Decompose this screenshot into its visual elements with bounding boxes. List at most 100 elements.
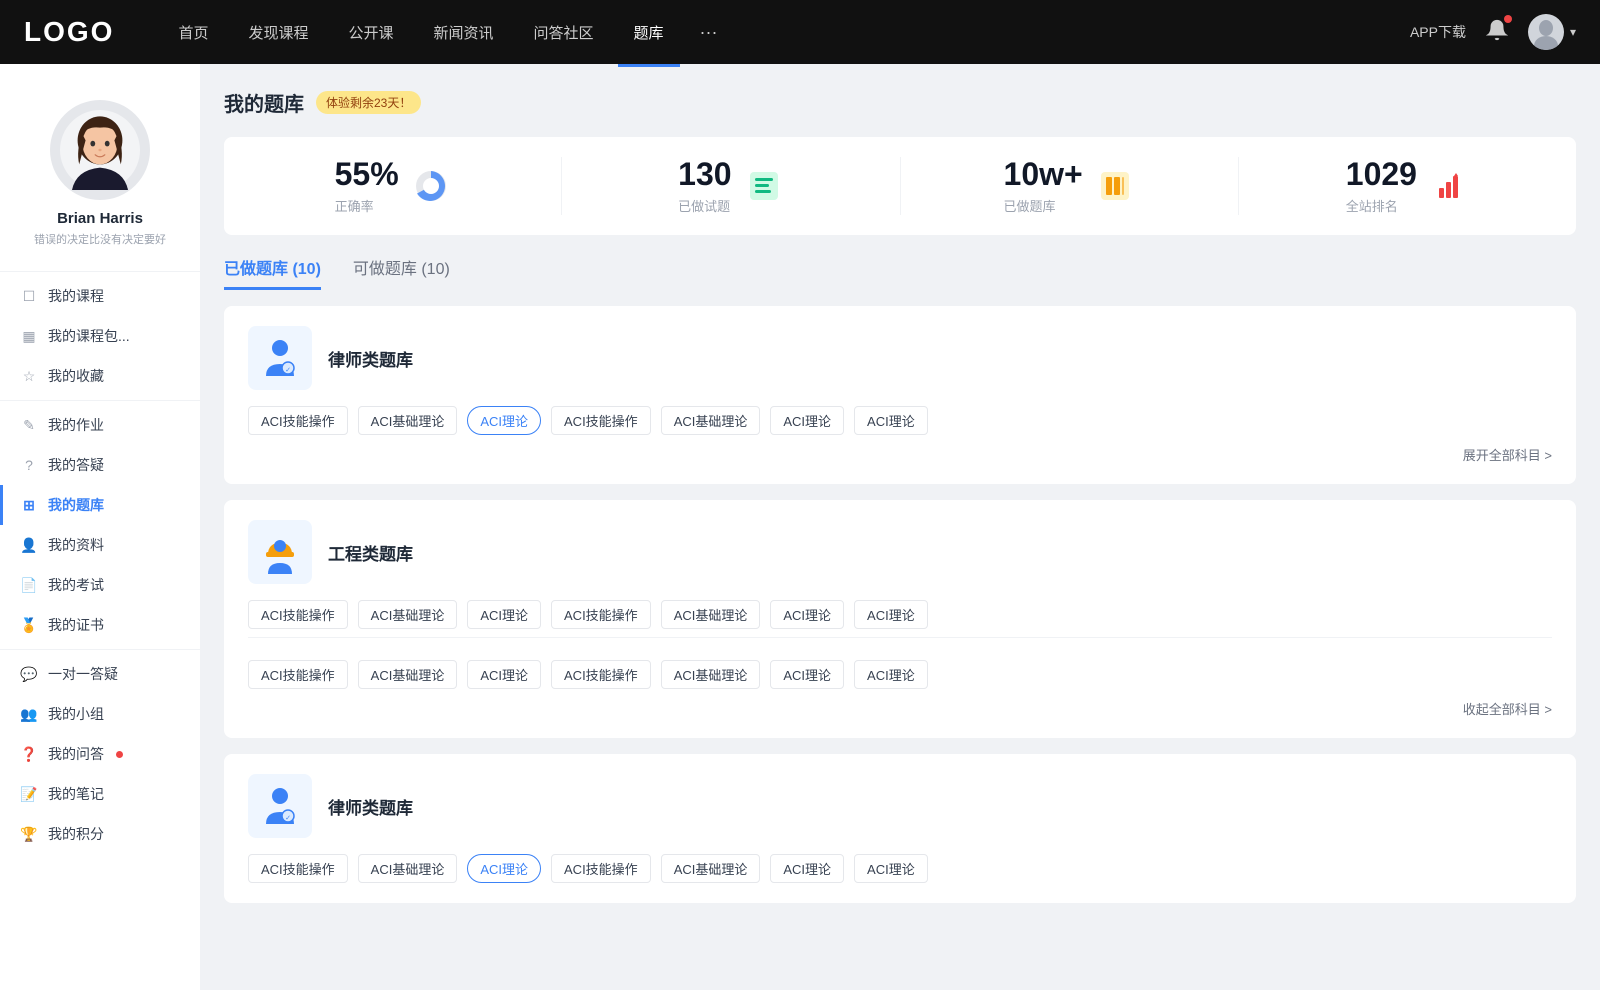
sidebar-item-group[interactable]: 👥 我的小组 xyxy=(0,694,200,734)
tag-2-5[interactable]: ACI理论 xyxy=(770,854,844,883)
main-nav: 首页 发现课程 公开课 新闻资讯 问答社区 题库 ··· xyxy=(162,14,1410,51)
qbank-title-1: 工程类题库 xyxy=(328,540,413,565)
sidebar-item-qbank[interactable]: ⊞ 我的题库 xyxy=(0,485,200,525)
sidebar-item-mycourse[interactable]: ☐ 我的课程 xyxy=(0,276,200,316)
page-header: 我的题库 体验剩余23天！ xyxy=(224,88,1576,117)
page-title: 我的题库 xyxy=(224,88,304,117)
sidebar: Brian Harris 错误的决定比没有决定要好 ☐ 我的课程 ▦ 我的课程包… xyxy=(0,64,200,990)
tag-1s-5[interactable]: ACI理论 xyxy=(770,660,844,689)
tab-available-banks[interactable]: 可做题库 (10) xyxy=(353,255,450,290)
sidebar-item-cert[interactable]: 🏅 我的证书 xyxy=(0,605,200,645)
tag-1s-6[interactable]: ACI理论 xyxy=(854,660,928,689)
list-icon xyxy=(744,166,784,206)
sidebar-item-qa[interactable]: ? 我的答疑 xyxy=(0,445,200,485)
group-icon: 👥 xyxy=(20,705,38,723)
edit-icon: ✎ xyxy=(20,416,38,434)
user-avatar-button[interactable]: ▾ xyxy=(1528,14,1576,50)
question-icon: ? xyxy=(20,456,38,474)
tag-0-1[interactable]: ACI基础理论 xyxy=(358,406,458,435)
tag-1s-4[interactable]: ACI基础理论 xyxy=(661,660,761,689)
sidebar-item-notes[interactable]: 📝 我的笔记 xyxy=(0,774,200,814)
tag-1-2[interactable]: ACI理论 xyxy=(467,600,541,629)
logo[interactable]: LOGO xyxy=(24,16,114,48)
nav-qa[interactable]: 问答社区 xyxy=(518,14,610,51)
qa-icon: ❓ xyxy=(20,745,38,763)
tag-1-1[interactable]: ACI基础理论 xyxy=(358,600,458,629)
tag-2-4[interactable]: ACI基础理论 xyxy=(661,854,761,883)
svg-text:✓: ✓ xyxy=(285,367,291,374)
tag-1s-3[interactable]: ACI技能操作 xyxy=(551,660,651,689)
tag-0-6[interactable]: ACI理论 xyxy=(854,406,928,435)
tag-0-2[interactable]: ACI理论 xyxy=(467,406,541,435)
expand-link-0[interactable]: 展开全部科目 > xyxy=(248,445,1552,464)
stat-done-banks: 10w+ 已做题库 xyxy=(901,157,1239,215)
chat-icon: 💬 xyxy=(20,665,38,683)
nav-opencourse[interactable]: 公开课 xyxy=(332,14,409,51)
pie-icon xyxy=(411,166,451,206)
profile-section: Brian Harris 错误的决定比没有决定要好 xyxy=(0,84,200,263)
tag-0-4[interactable]: ACI基础理论 xyxy=(661,406,761,435)
tag-0-3[interactable]: ACI技能操作 xyxy=(551,406,651,435)
qbank-tags-2: ACI技能操作 ACI基础理论 ACI理论 ACI技能操作 ACI基础理论 AC… xyxy=(248,854,1552,883)
tag-1-5[interactable]: ACI理论 xyxy=(770,600,844,629)
qbank-title-2: 律师类题库 xyxy=(328,794,413,819)
sidebar-item-myqa[interactable]: ❓ 我的问答 xyxy=(0,734,200,774)
nav-more[interactable]: ··· xyxy=(688,14,730,51)
nav-discover[interactable]: 发现课程 xyxy=(232,14,324,51)
app-download-button[interactable]: APP下载 xyxy=(1410,22,1466,42)
avatar xyxy=(1528,14,1564,50)
sidebar-divider-3 xyxy=(0,649,200,650)
book-icon xyxy=(1095,166,1135,206)
tag-1-3[interactable]: ACI技能操作 xyxy=(551,600,651,629)
nav-news[interactable]: 新闻资讯 xyxy=(418,14,510,51)
profile-avatar xyxy=(50,100,150,200)
header-right: APP下载 ▾ xyxy=(1410,14,1576,50)
profile-motto: 错误的决定比没有决定要好 xyxy=(34,231,166,247)
tag-2-2[interactable]: ACI理论 xyxy=(467,854,541,883)
sidebar-item-homework[interactable]: ✎ 我的作业 xyxy=(0,405,200,445)
tag-2-0[interactable]: ACI技能操作 xyxy=(248,854,348,883)
engineer-icon xyxy=(248,520,312,584)
stat-done-label: 已做试题 xyxy=(678,196,731,215)
tag-1-0[interactable]: ACI技能操作 xyxy=(248,600,348,629)
nav-home[interactable]: 首页 xyxy=(162,14,224,51)
grid-icon: ⊞ xyxy=(20,496,38,514)
collapse-link-1[interactable]: 收起全部科目 > xyxy=(248,699,1552,718)
tag-2-3[interactable]: ACI技能操作 xyxy=(551,854,651,883)
stat-rank-value: 1029 xyxy=(1346,157,1417,192)
nav-qbank[interactable]: 题库 xyxy=(618,14,680,51)
notification-bell[interactable] xyxy=(1486,19,1508,46)
score-icon: 🏆 xyxy=(20,825,38,843)
qbank-card-0: ✓ 律师类题库 ACI技能操作 ACI基础理论 ACI理论 ACI技能操作 AC… xyxy=(224,306,1576,484)
stat-rank-label: 全站排名 xyxy=(1346,196,1417,215)
qbank-card-1: 工程类题库 ACI技能操作 ACI基础理论 ACI理论 ACI技能操作 ACI基… xyxy=(224,500,1576,738)
tag-1-6[interactable]: ACI理论 xyxy=(854,600,928,629)
tag-1s-2[interactable]: ACI理论 xyxy=(467,660,541,689)
trial-badge: 体验剩余23天！ xyxy=(316,91,421,114)
sidebar-item-points[interactable]: 🏆 我的积分 xyxy=(0,814,200,854)
star-icon: ☆ xyxy=(20,367,38,385)
tab-done-banks[interactable]: 已做题库 (10) xyxy=(224,255,321,290)
tag-2-1[interactable]: ACI基础理论 xyxy=(358,854,458,883)
stat-accuracy-value: 55% xyxy=(335,157,399,192)
tag-2-6[interactable]: ACI理论 xyxy=(854,854,928,883)
chart-icon xyxy=(1429,166,1469,206)
notification-badge xyxy=(1504,15,1512,23)
sidebar-item-1on1[interactable]: 💬 一对一答疑 xyxy=(0,654,200,694)
sidebar-item-exam[interactable]: 📄 我的考试 xyxy=(0,565,200,605)
lawyer-icon: ✓ xyxy=(248,326,312,390)
main-content: 我的题库 体验剩余23天！ 55% 正确率 xyxy=(200,64,1600,990)
sidebar-item-mydata[interactable]: 👤 我的资料 xyxy=(0,525,200,565)
tag-1s-0[interactable]: ACI技能操作 xyxy=(248,660,348,689)
tag-0-5[interactable]: ACI理论 xyxy=(770,406,844,435)
sidebar-item-favorites[interactable]: ☆ 我的收藏 xyxy=(0,356,200,396)
tag-1-4[interactable]: ACI基础理论 xyxy=(661,600,761,629)
tabs-row: 已做题库 (10) 可做题库 (10) xyxy=(224,255,1576,290)
qbank-tags-1-second: ACI技能操作 ACI基础理论 ACI理论 ACI技能操作 ACI基础理论 AC… xyxy=(248,660,1552,689)
qa-badge xyxy=(116,751,123,758)
lawyer-icon-2: ✓ xyxy=(248,774,312,838)
tag-0-0[interactable]: ACI技能操作 xyxy=(248,406,348,435)
user-icon: 👤 xyxy=(20,536,38,554)
tag-1s-1[interactable]: ACI基础理论 xyxy=(358,660,458,689)
sidebar-item-coursepackage[interactable]: ▦ 我的课程包... xyxy=(0,316,200,356)
